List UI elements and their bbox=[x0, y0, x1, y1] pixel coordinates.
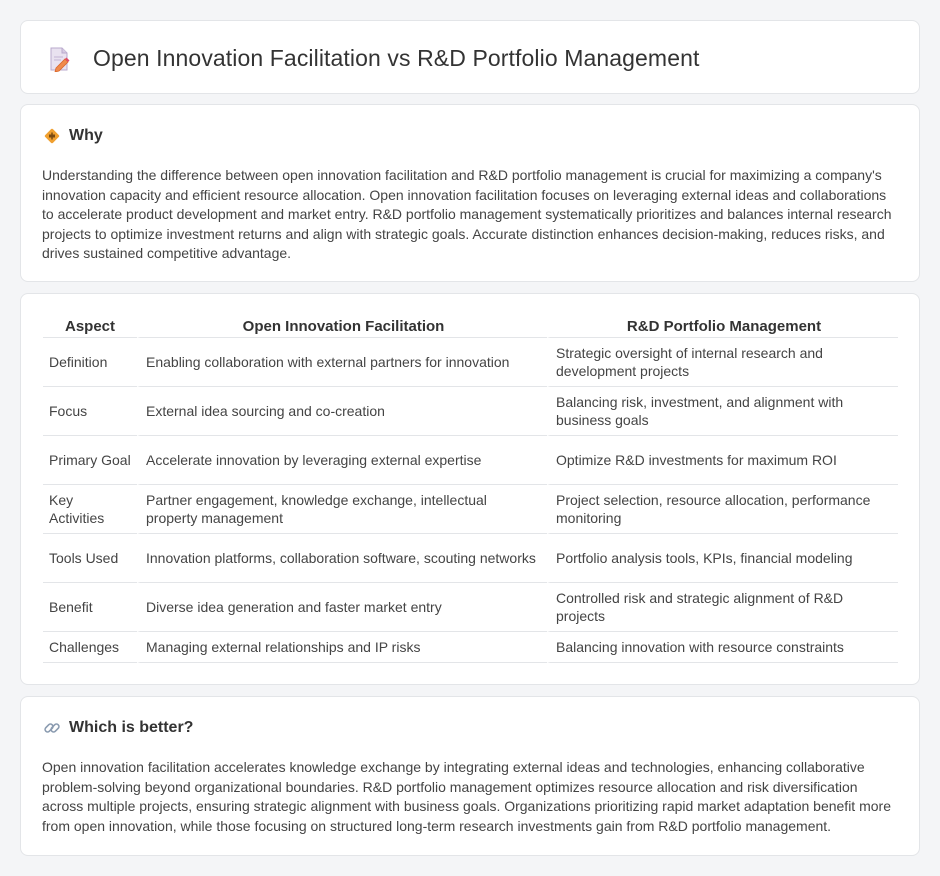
row-rd-portfolio: Portfolio analysis tools, KPIs, financia… bbox=[547, 534, 898, 583]
better-text: Open innovation facilitation accelerates… bbox=[42, 759, 891, 834]
row-aspect: Tools Used bbox=[43, 534, 137, 583]
row-rd-portfolio: Optimize R&D investments for maximum ROI bbox=[547, 436, 898, 485]
row-open-innovation: Diverse idea generation and faster marke… bbox=[137, 583, 547, 632]
row-open-innovation: Accelerate innovation by leveraging exte… bbox=[137, 436, 547, 485]
row-aspect: Definition bbox=[43, 338, 137, 387]
table-row: Key Activities Partner engagement, knowl… bbox=[43, 485, 898, 534]
row-open-innovation: Managing external relationships and IP r… bbox=[137, 632, 547, 663]
comparison-table: Aspect Open Innovation Facilitation R&D … bbox=[43, 316, 898, 663]
comparison-section: Aspect Open Innovation Facilitation R&D … bbox=[20, 293, 920, 685]
row-rd-portfolio: Controlled risk and strategic alignment … bbox=[547, 583, 898, 632]
row-open-innovation: External idea sourcing and co-creation bbox=[137, 387, 547, 436]
row-rd-portfolio: Balancing innovation with resource const… bbox=[547, 632, 898, 663]
better-title: Which is better? bbox=[69, 719, 194, 736]
why-title: Why bbox=[69, 127, 103, 144]
row-rd-portfolio: Project selection, resource allocation, … bbox=[547, 485, 898, 534]
row-rd-portfolio: Balancing risk, investment, and alignmen… bbox=[547, 387, 898, 436]
table-row: Focus External idea sourcing and co-crea… bbox=[43, 387, 898, 436]
row-aspect: Challenges bbox=[43, 632, 137, 663]
page-title: Open Innovation Facilitation vs R&D Port… bbox=[93, 45, 700, 71]
row-rd-portfolio: Strategic oversight of internal research… bbox=[547, 338, 898, 387]
row-aspect: Primary Goal bbox=[43, 436, 137, 485]
table-row: Primary Goal Accelerate innovation by le… bbox=[43, 436, 898, 485]
table-row: Definition Enabling collaboration with e… bbox=[43, 338, 898, 387]
row-open-innovation: Enabling collaboration with external par… bbox=[137, 338, 547, 387]
table-row: Tools Used Innovation platforms, collabo… bbox=[43, 534, 898, 583]
which-is-better-section: Which is better? Open innovation facilit… bbox=[20, 696, 920, 856]
diamond-sign-icon bbox=[43, 127, 61, 145]
row-open-innovation: Innovation platforms, collaboration soft… bbox=[137, 534, 547, 583]
title-card: Open Innovation Facilitation vs R&D Port… bbox=[20, 20, 920, 94]
why-text: Understanding the difference between ope… bbox=[42, 167, 892, 261]
row-aspect: Benefit bbox=[43, 583, 137, 632]
header-open-innovation: Open Innovation Facilitation bbox=[137, 316, 547, 338]
table-row: Challenges Managing external relationshi… bbox=[43, 632, 898, 663]
header-rd-portfolio: R&D Portfolio Management bbox=[547, 316, 898, 338]
why-section: Why Understanding the difference between… bbox=[20, 104, 920, 282]
row-aspect: Key Activities bbox=[43, 485, 137, 534]
row-open-innovation: Partner engagement, knowledge exchange, … bbox=[137, 485, 547, 534]
document-pencil-icon bbox=[47, 46, 71, 73]
header-aspect: Aspect bbox=[43, 316, 137, 338]
row-aspect: Focus bbox=[43, 387, 137, 436]
table-header-row: Aspect Open Innovation Facilitation R&D … bbox=[43, 316, 898, 338]
table-row: Benefit Diverse idea generation and fast… bbox=[43, 583, 898, 632]
link-icon bbox=[43, 719, 61, 737]
